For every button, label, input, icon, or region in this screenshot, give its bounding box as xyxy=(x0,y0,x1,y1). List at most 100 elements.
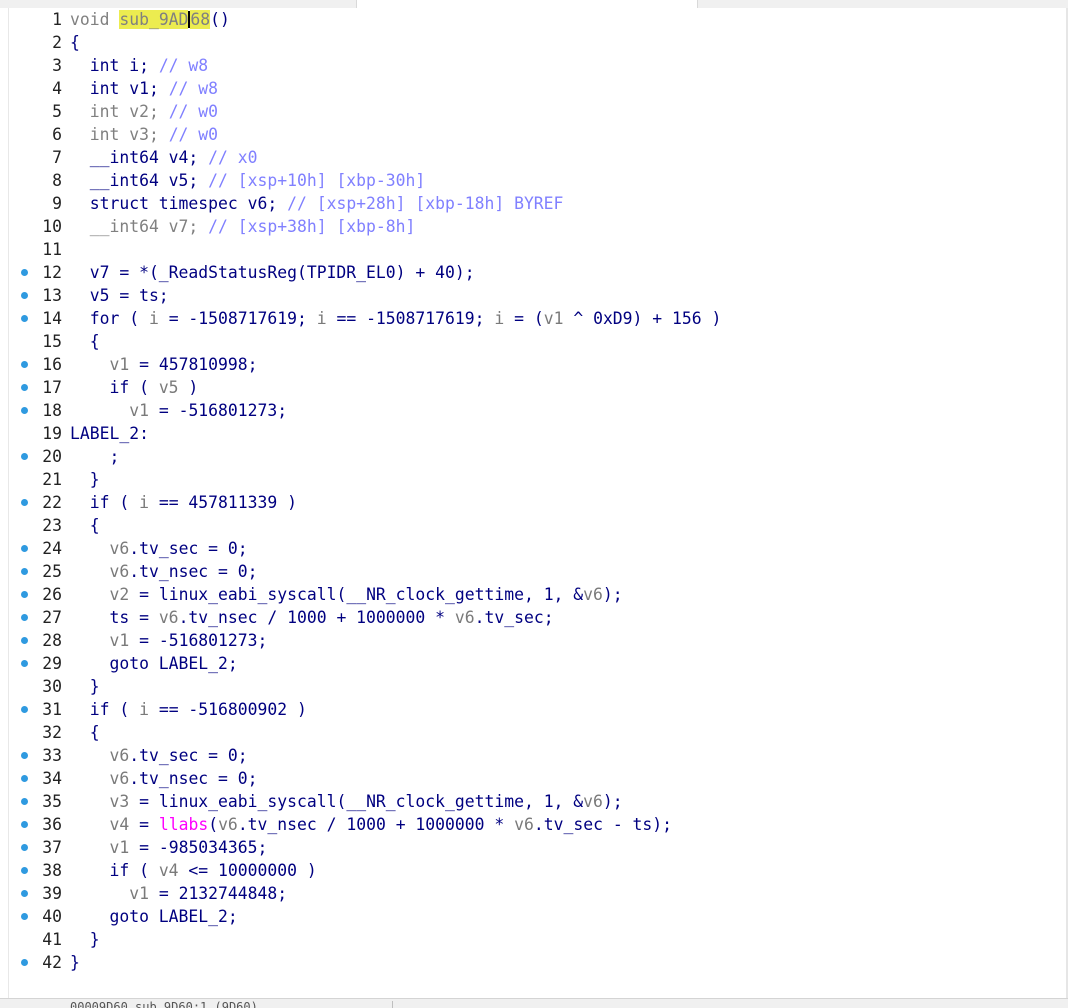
code-line[interactable]: 24 v6.tv_sec = 0; xyxy=(0,537,1066,560)
code-token[interactable]: i xyxy=(494,309,504,328)
code-line[interactable]: 34 v6.tv_nsec = 0; xyxy=(0,767,1066,790)
code-line[interactable]: 5 int v2; // w0 xyxy=(0,100,1066,123)
code-token[interactable]: v4 xyxy=(109,815,129,834)
tab-edge[interactable] xyxy=(356,0,698,8)
breakpoint-dot-icon[interactable] xyxy=(21,568,28,575)
code-text[interactable]: ts = v6.tv_nsec / 1000 + 1000000 * v6.tv… xyxy=(70,606,553,629)
code-token[interactable]: v6 xyxy=(109,562,129,581)
code-line[interactable]: 1 void sub_9AD 68() xyxy=(0,8,1066,31)
code-text[interactable]: } xyxy=(70,468,100,491)
code-token[interactable]: v1 xyxy=(109,355,129,374)
code-token[interactable]: v1 xyxy=(109,838,129,857)
pseudocode-view[interactable]: 1 void sub_9AD 68() 2{3 int i; // w8 4 int v… xyxy=(0,8,1066,974)
code-line[interactable]: 31 if ( i == -516800902 ) xyxy=(0,698,1066,721)
breakpoint-dot-icon[interactable] xyxy=(21,913,28,920)
code-line[interactable]: 7 __int64 v4; // x0 xyxy=(0,146,1066,169)
code-text[interactable]: int v2; // w0 xyxy=(70,100,218,123)
code-text[interactable]: if ( i == 457811339 ) xyxy=(70,491,297,514)
code-line[interactable]: 3 int i; // w8 xyxy=(0,54,1066,77)
code-text[interactable]: for ( i = -1508717619; i == -1508717619;… xyxy=(70,307,722,330)
breakpoint-dot-icon[interactable] xyxy=(21,591,28,598)
code-text[interactable]: v4 = llabs(v6.tv_nsec / 1000 + 1000000 *… xyxy=(70,813,672,836)
code-text[interactable]: LABEL_2: xyxy=(70,422,149,445)
breakpoint-dot-icon[interactable] xyxy=(21,453,28,460)
breakpoint-dot-icon[interactable] xyxy=(21,959,28,966)
code-line[interactable]: 23 { xyxy=(0,514,1066,537)
code-text[interactable]: v6.tv_nsec = 0; xyxy=(70,560,257,583)
code-line[interactable]: 37 v1 = -985034365; xyxy=(0,836,1066,859)
code-text[interactable]: int i; // w8 xyxy=(70,54,208,77)
code-token[interactable]: v2 xyxy=(109,585,129,604)
code-token[interactable]: v6 xyxy=(109,539,129,558)
code-token[interactable]: v6 xyxy=(159,608,179,627)
code-token[interactable]: v4 xyxy=(159,861,179,880)
code-token[interactable]: v1 xyxy=(129,884,149,903)
code-text[interactable]: struct timespec v6; // [xsp+28h] [xbp-18… xyxy=(70,192,564,215)
breakpoint-dot-icon[interactable] xyxy=(21,384,28,391)
code-text[interactable]: v2 = linux_eabi_syscall(__NR_clock_getti… xyxy=(70,583,622,606)
code-line[interactable]: 41 } xyxy=(0,928,1066,951)
code-token[interactable]: llabs xyxy=(159,815,208,834)
code-text[interactable]: { xyxy=(70,721,100,744)
code-text[interactable]: v6.tv_sec = 0; xyxy=(70,537,247,560)
code-line[interactable]: 6 int v3; // w0 xyxy=(0,123,1066,146)
code-line[interactable]: 19 LABEL_2: xyxy=(0,422,1066,445)
code-token[interactable]: v6 xyxy=(583,585,603,604)
code-text[interactable]: goto LABEL_2; xyxy=(70,652,237,675)
code-token[interactable]: i xyxy=(317,309,327,328)
code-line[interactable]: 27 ts = v6.tv_nsec / 1000 + 1000000 * v6… xyxy=(0,606,1066,629)
code-line[interactable]: 42} xyxy=(0,951,1066,974)
code-token[interactable]: v6 xyxy=(455,608,475,627)
code-line[interactable]: 30 } xyxy=(0,675,1066,698)
breakpoint-dot-icon[interactable] xyxy=(21,269,28,276)
code-line[interactable]: 15 { xyxy=(0,330,1066,353)
breakpoint-dot-icon[interactable] xyxy=(21,821,28,828)
code-line[interactable]: 25 v6.tv_nsec = 0; xyxy=(0,560,1066,583)
code-token[interactable]: v6 xyxy=(514,815,534,834)
code-line[interactable]: 8 __int64 v5; // [xsp+10h] [xbp-30h] xyxy=(0,169,1066,192)
code-text[interactable]: } xyxy=(70,675,100,698)
breakpoint-dot-icon[interactable] xyxy=(21,844,28,851)
breakpoint-dot-icon[interactable] xyxy=(21,499,28,506)
breakpoint-dot-icon[interactable] xyxy=(21,706,28,713)
code-token[interactable]: v1 xyxy=(109,631,129,650)
code-line[interactable]: 13 v5 = ts; xyxy=(0,284,1066,307)
breakpoint-dot-icon[interactable] xyxy=(21,890,28,897)
code-line[interactable]: 9 struct timespec v6; // [xsp+28h] [xbp-… xyxy=(0,192,1066,215)
code-token[interactable]: v6 xyxy=(583,792,603,811)
code-text[interactable]: { xyxy=(70,514,100,537)
code-text[interactable]: v1 = 2132744848; xyxy=(70,882,287,905)
code-text[interactable]: { xyxy=(70,330,100,353)
code-line[interactable]: 17 if ( v5 ) xyxy=(0,376,1066,399)
code-text[interactable]: if ( v4 <= 10000000 ) xyxy=(70,859,316,882)
breakpoint-dot-icon[interactable] xyxy=(21,407,28,414)
code-token[interactable]: v3 xyxy=(109,792,129,811)
breakpoint-dot-icon[interactable] xyxy=(21,292,28,299)
breakpoint-dot-icon[interactable] xyxy=(21,752,28,759)
breakpoint-dot-icon[interactable] xyxy=(21,798,28,805)
code-line[interactable]: 22 if ( i == 457811339 ) xyxy=(0,491,1066,514)
code-text[interactable]: __int64 v5; // [xsp+10h] [xbp-30h] xyxy=(70,169,426,192)
code-text[interactable]: v1 = 457810998; xyxy=(70,353,257,376)
breakpoint-dot-icon[interactable] xyxy=(21,775,28,782)
code-text[interactable]: __int64 v4; // x0 xyxy=(70,146,258,169)
breakpoint-dot-icon[interactable] xyxy=(21,867,28,874)
code-text[interactable]: int v1; // w8 xyxy=(70,77,218,100)
code-line[interactable]: 10 __int64 v7; // [xsp+38h] [xbp-8h] xyxy=(0,215,1066,238)
code-text[interactable]: __int64 v7; // [xsp+38h] [xbp-8h] xyxy=(70,215,416,238)
code-line[interactable]: 20 ; xyxy=(0,445,1066,468)
code-line[interactable]: 18 v1 = -516801273; xyxy=(0,399,1066,422)
code-line[interactable]: 12 v7 = *(_ReadStatusReg(TPIDR_EL0) + 40… xyxy=(0,261,1066,284)
code-token[interactable]: v1 xyxy=(544,309,564,328)
code-line[interactable]: 21 } xyxy=(0,468,1066,491)
breakpoint-dot-icon[interactable] xyxy=(21,660,28,667)
code-line[interactable]: 40 goto LABEL_2; xyxy=(0,905,1066,928)
code-line[interactable]: 14 for ( i = -1508717619; i == -15087176… xyxy=(0,307,1066,330)
code-line[interactable]: 32 { xyxy=(0,721,1066,744)
code-line[interactable]: 28 v1 = -516801273; xyxy=(0,629,1066,652)
code-token[interactable]: v5 xyxy=(159,378,179,397)
code-token[interactable]: 68 xyxy=(190,10,211,29)
code-text[interactable]: if ( i == -516800902 ) xyxy=(70,698,307,721)
code-line[interactable]: 33 v6.tv_sec = 0; xyxy=(0,744,1066,767)
code-line[interactable]: 39 v1 = 2132744848; xyxy=(0,882,1066,905)
